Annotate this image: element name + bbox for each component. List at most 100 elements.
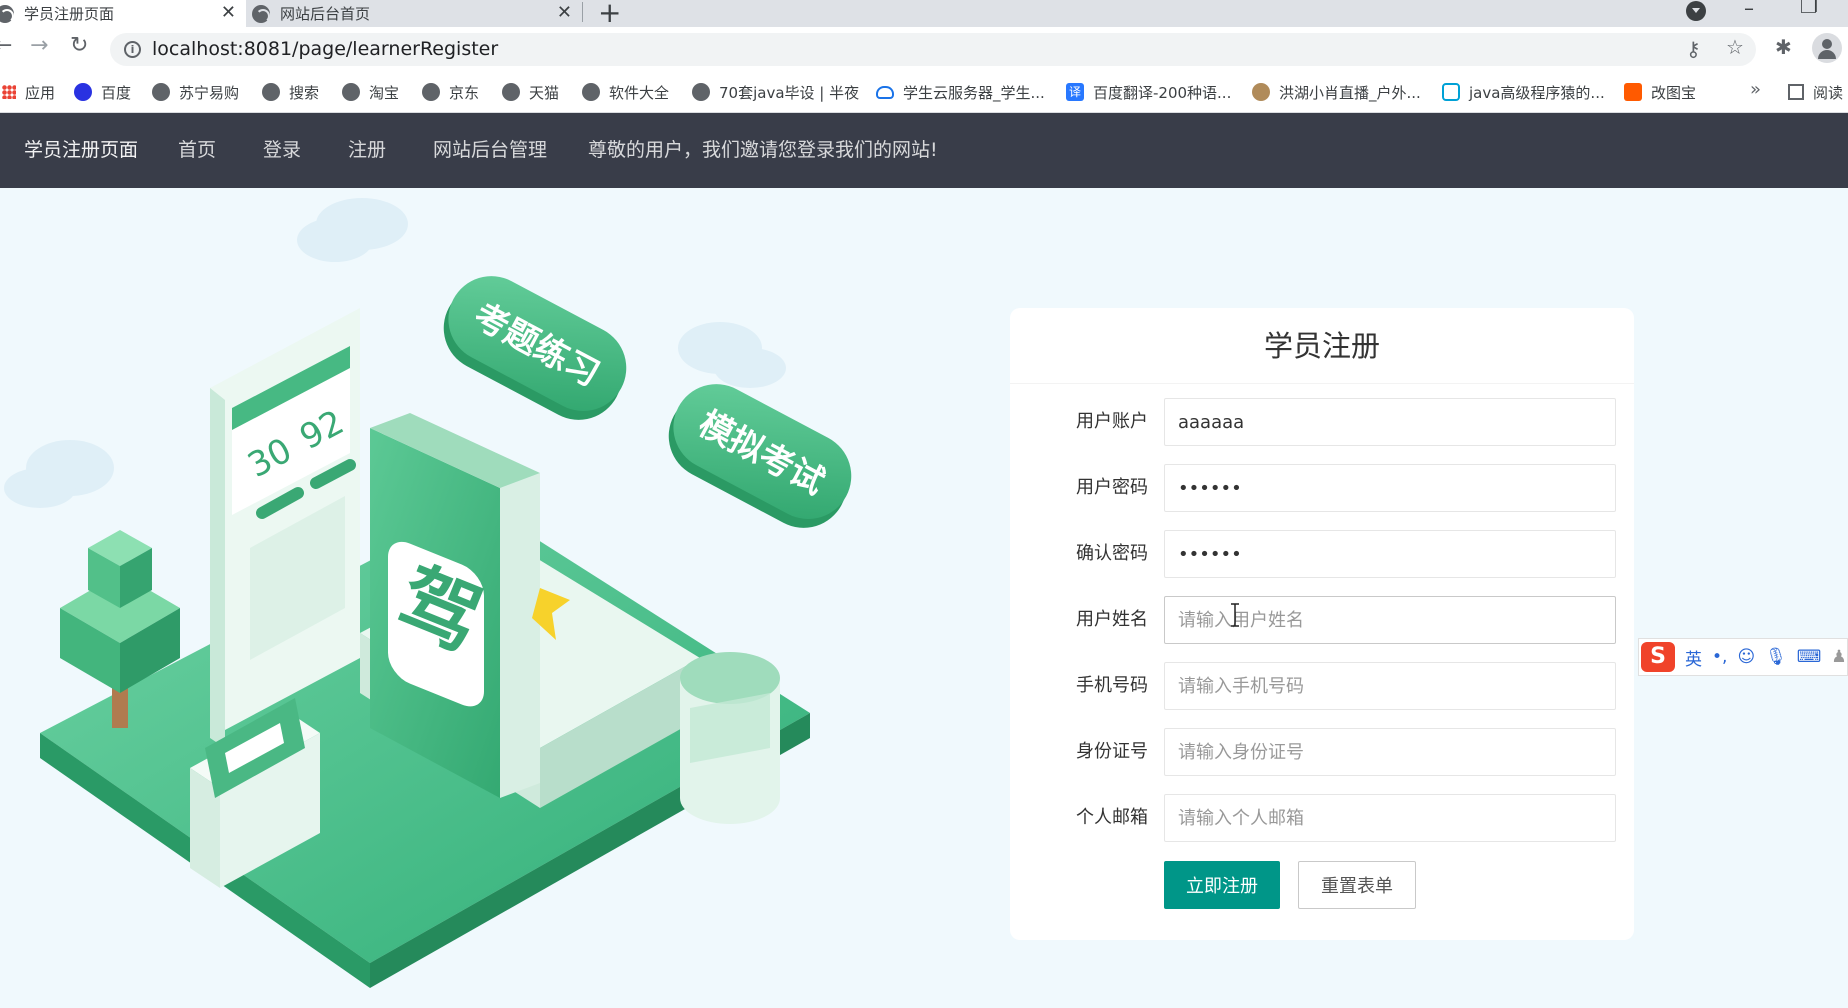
minimize-icon[interactable]: –	[1744, 0, 1754, 20]
password-label: 用户密码	[1076, 477, 1148, 498]
password-input[interactable]	[1164, 464, 1616, 512]
badge-practice: 考题练习	[443, 276, 627, 420]
reading-list-button[interactable]: 阅读	[1788, 71, 1843, 113]
cylinder-shape	[680, 652, 780, 824]
fanyi-icon: 译	[1066, 83, 1084, 101]
apps-icon	[2, 85, 16, 99]
keyboard-icon[interactable]: ⌨	[1797, 647, 1822, 667]
bird-icon	[1252, 83, 1270, 101]
bookmark-tmall[interactable]: 天猫	[502, 71, 559, 113]
globe-icon	[0, 4, 14, 23]
info-icon[interactable]: i	[124, 41, 141, 58]
browser-tab-register[interactable]: 学员注册页面 ✕	[0, 0, 246, 27]
email-input[interactable]	[1164, 794, 1616, 842]
bookmark-gaitubao[interactable]: 改图宝	[1624, 71, 1696, 113]
hero-illustration: 30 92 驾 考题练习 模拟考试	[4, 198, 852, 988]
browser-tab-strip: 学员注册页面 ✕ 网站后台首页 ✕ + – ❐	[0, 0, 1848, 29]
globe-icon	[502, 83, 520, 101]
phone-label: 手机号码	[1076, 675, 1148, 696]
globe-icon	[252, 4, 270, 23]
site-nav: 学员注册页面 首页 登录 注册 网站后台管理 尊敬的用户，我们邀请您登录我们的网…	[0, 113, 1848, 188]
text-cursor-icon	[1231, 603, 1239, 627]
ime-mode-toggle[interactable]: 英	[1685, 645, 1702, 670]
browser-toolbar: ← → ↻ i localhost:8081/page/learnerRegis…	[0, 27, 1848, 71]
gaitu-icon	[1624, 83, 1642, 101]
reset-form-button[interactable]: 重置表单	[1298, 861, 1416, 909]
form-row-phone: 手机号码	[1010, 662, 1634, 710]
key-icon[interactable]: ⚷	[1686, 37, 1701, 61]
form-row-email: 个人邮箱	[1010, 794, 1634, 842]
form-row-confirm-password: 确认密码	[1010, 530, 1634, 578]
nav-item-home[interactable]: 首页	[178, 113, 216, 188]
close-icon[interactable]: ✕	[557, 2, 572, 23]
star-icon[interactable]: ☆	[1726, 35, 1744, 59]
phone-input[interactable]	[1164, 662, 1616, 710]
tab-search-icon[interactable]	[1686, 1, 1706, 21]
tab-separator	[582, 2, 583, 22]
bookmark-student-cloud[interactable]: 学生云服务器_学生...	[876, 71, 1045, 113]
bookmark-honghu-live[interactable]: 洪湖小肖直播_户外...	[1252, 71, 1421, 113]
bookmark-search[interactable]: 搜索	[262, 71, 319, 113]
bookmarks-bar: 应用 百度 苏宁易购 搜索 淘宝 京东 天猫 软件大全 70套java毕设 | …	[0, 71, 1848, 113]
nav-welcome-text: 尊敬的用户，我们邀请您登录我们的网站!	[588, 139, 938, 161]
confirm-password-input[interactable]	[1164, 530, 1616, 578]
id-number-label: 身份证号	[1076, 741, 1148, 762]
form-row-password: 用户密码	[1010, 464, 1634, 512]
baidu-icon	[74, 83, 92, 101]
register-submit-button[interactable]: 立即注册	[1164, 861, 1280, 909]
punctuation-icon[interactable]: •,	[1712, 647, 1727, 667]
account-label: 用户账户	[1076, 411, 1148, 432]
bookmark-jd[interactable]: 京东	[422, 71, 479, 113]
tab-title: 网站后台首页	[280, 5, 371, 23]
maximize-icon[interactable]: ❐	[1800, 0, 1818, 18]
bookmarks-more-button[interactable]: »	[1750, 79, 1761, 100]
close-icon[interactable]: ✕	[221, 2, 236, 23]
register-title: 学员注册	[1010, 308, 1634, 384]
form-row-account: 用户账户	[1010, 398, 1634, 446]
confirm-password-label: 确认密码	[1076, 543, 1148, 564]
bookmark-java-projects[interactable]: 70套java毕设 | 半夜	[692, 71, 859, 113]
browser-tab-admin[interactable]: 网站后台首页 ✕	[246, 0, 582, 27]
address-bar[interactable]: i localhost:8081/page/learnerRegister ⚷ …	[110, 33, 1756, 66]
cloud-icon	[876, 85, 894, 99]
new-tab-icon[interactable]: +	[598, 0, 621, 29]
account-input[interactable]	[1164, 398, 1616, 446]
id-number-input[interactable]	[1164, 728, 1616, 776]
extensions-icon[interactable]: ✱	[1775, 35, 1792, 59]
ime-toolbar[interactable]: S 英 •, ☺ 🎙 ⌨ ♟	[1638, 638, 1848, 676]
globe-icon	[152, 83, 170, 101]
microphone-icon[interactable]: 🎙	[1765, 647, 1787, 667]
profile-avatar-icon[interactable]	[1812, 33, 1842, 63]
bilibili-icon	[1442, 83, 1460, 101]
emoji-icon[interactable]: ☺	[1737, 647, 1755, 667]
register-card: 学员注册 用户账户 用户密码 确认密码 用户姓名 手机号码 身份证号 个人邮箱 …	[1010, 308, 1634, 940]
bookmark-software[interactable]: 软件大全	[582, 71, 669, 113]
globe-icon	[692, 83, 710, 101]
sogou-logo-icon[interactable]: S	[1641, 642, 1675, 672]
bookmark-suning[interactable]: 苏宁易购	[152, 71, 239, 113]
reading-list-icon	[1788, 84, 1804, 100]
form-row-id-number: 身份证号	[1010, 728, 1634, 776]
badge-exam: 模拟考试	[668, 384, 852, 528]
tab-title: 学员注册页面	[24, 5, 115, 23]
bookmark-bilibili[interactable]: java高级程序猿的...	[1442, 71, 1605, 113]
globe-icon	[342, 83, 360, 101]
bookmark-apps[interactable]: 应用	[2, 71, 55, 113]
name-label: 用户姓名	[1076, 609, 1148, 630]
bookmark-baidu[interactable]: 百度	[74, 71, 131, 113]
globe-icon	[262, 83, 280, 101]
bookmark-taobao[interactable]: 淘宝	[342, 71, 399, 113]
email-label: 个人邮箱	[1076, 807, 1148, 828]
bookmark-baidu-fanyi[interactable]: 译百度翻译-200种语...	[1066, 71, 1231, 113]
forward-icon[interactable]: →	[30, 33, 48, 58]
nav-item-register[interactable]: 注册	[348, 113, 386, 188]
globe-icon	[422, 83, 440, 101]
user-icon[interactable]: ♟	[1831, 647, 1846, 667]
nav-brand[interactable]: 学员注册页面	[24, 113, 138, 188]
back-icon[interactable]: ←	[0, 33, 12, 58]
nav-item-admin[interactable]: 网站后台管理	[433, 113, 547, 188]
url-text: localhost:8081/page/learnerRegister	[152, 38, 499, 60]
form-row-name: 用户姓名	[1010, 596, 1634, 644]
nav-item-login[interactable]: 登录	[263, 113, 301, 188]
reload-icon[interactable]: ↻	[70, 33, 88, 58]
